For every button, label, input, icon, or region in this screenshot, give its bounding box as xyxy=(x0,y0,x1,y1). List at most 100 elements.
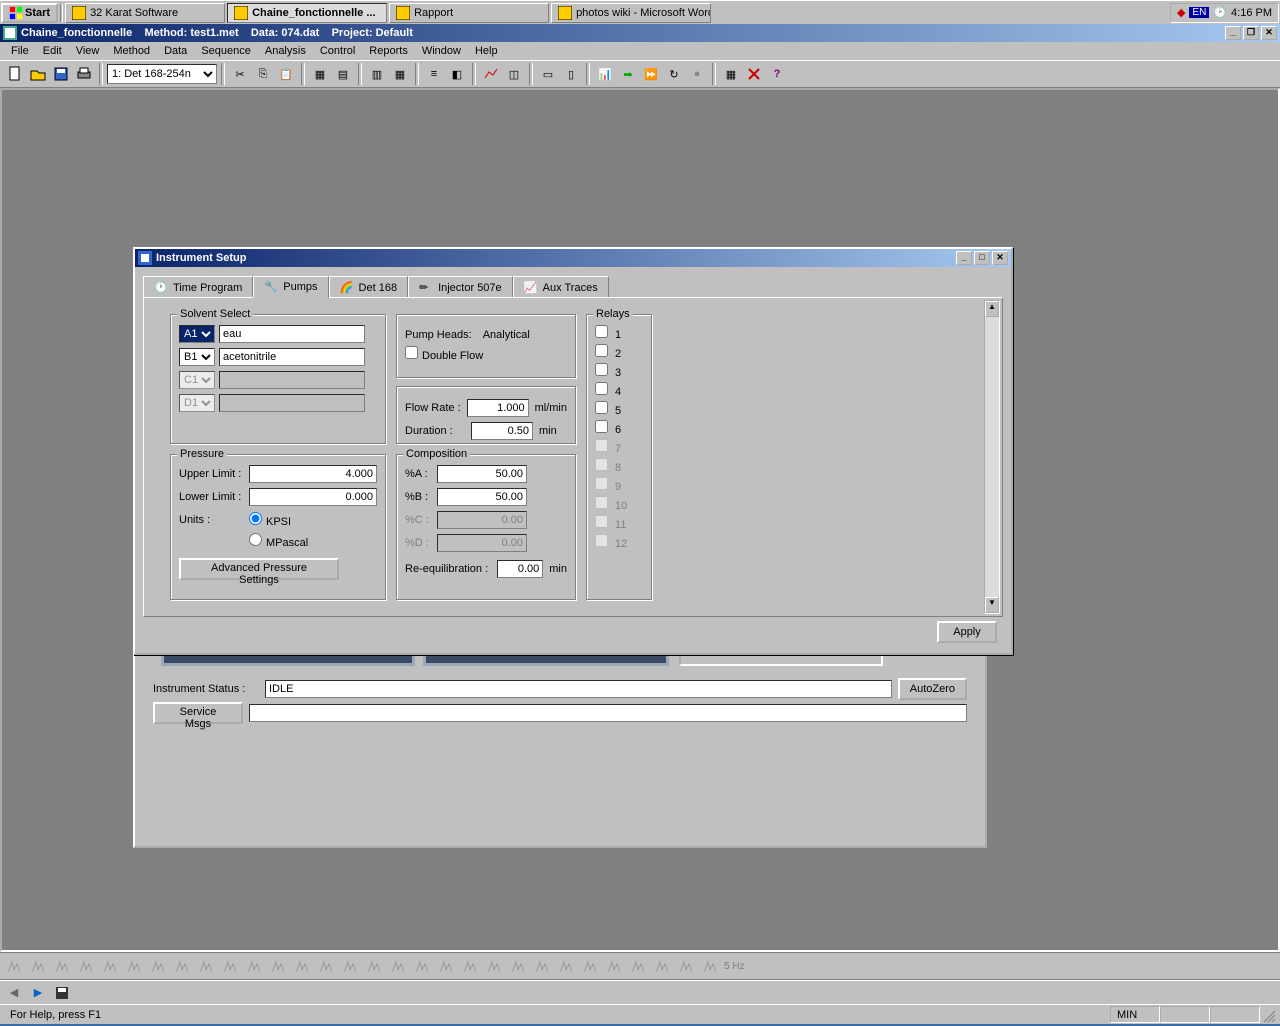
peak-tool-icon[interactable] xyxy=(124,956,144,976)
toolbar-icon[interactable] xyxy=(743,63,765,85)
menu-edit[interactable]: Edit xyxy=(36,43,69,59)
detector-select[interactable]: 1: Det 168-254n xyxy=(107,64,217,84)
toolbar-icon[interactable]: ↻ xyxy=(663,63,685,85)
menu-analysis[interactable]: Analysis xyxy=(258,43,313,59)
prev-icon[interactable]: ◀ xyxy=(4,983,24,1003)
autozero-button[interactable]: AutoZero xyxy=(898,678,967,700)
peak-tool-icon[interactable] xyxy=(316,956,336,976)
peak-tool-icon[interactable] xyxy=(340,956,360,976)
service-msgs-button[interactable]: Service Msgs xyxy=(153,702,243,724)
restore-button[interactable]: ❐ xyxy=(1243,26,1259,40)
peak-tool-icon[interactable] xyxy=(532,956,552,976)
peak-tool-icon[interactable] xyxy=(508,956,528,976)
language-indicator[interactable]: EN xyxy=(1189,7,1209,18)
close-button[interactable]: ✕ xyxy=(1261,26,1277,40)
peak-tool-icon[interactable] xyxy=(4,956,24,976)
toolbar-icon[interactable]: ≡ xyxy=(423,63,445,85)
menu-help[interactable]: Help xyxy=(468,43,505,59)
scroll-up-icon[interactable]: ▲ xyxy=(985,301,999,317)
tab-pumps[interactable]: 🔧Pumps xyxy=(253,276,328,298)
menu-data[interactable]: Data xyxy=(157,43,194,59)
tab-aux-traces[interactable]: 📈Aux Traces xyxy=(513,276,609,298)
solvent-channel-select[interactable]: B1 xyxy=(179,348,215,366)
peak-tool-icon[interactable] xyxy=(364,956,384,976)
chart-icon[interactable] xyxy=(480,63,502,85)
start-button[interactable]: Start xyxy=(1,3,58,23)
units-mpascal-radio[interactable]: MPascal xyxy=(249,533,308,549)
dialog-minimize-button[interactable]: _ xyxy=(956,251,972,265)
save-icon[interactable] xyxy=(50,63,72,85)
peak-tool-icon[interactable] xyxy=(172,956,192,976)
double-flow-checkbox[interactable]: Double Flow xyxy=(405,346,483,362)
peak-tool-icon[interactable] xyxy=(652,956,672,976)
reequil-input[interactable] xyxy=(497,560,543,578)
tab-time-program[interactable]: 🕐Time Program xyxy=(143,276,253,298)
toolbar-icon[interactable]: ▭ xyxy=(537,63,559,85)
menu-file[interactable]: File xyxy=(4,43,36,59)
scroll-down-icon[interactable]: ▼ xyxy=(985,597,999,613)
peak-tool-icon[interactable] xyxy=(460,956,480,976)
menu-method[interactable]: Method xyxy=(106,43,157,59)
fast-icon[interactable]: ⏩ xyxy=(640,63,662,85)
peak-tool-icon[interactable] xyxy=(100,956,120,976)
peak-tool-icon[interactable] xyxy=(556,956,576,976)
peak-tool-icon[interactable] xyxy=(676,956,696,976)
peak-tool-icon[interactable] xyxy=(148,956,168,976)
toolbar-icon[interactable]: 📊 xyxy=(594,63,616,85)
open-icon[interactable] xyxy=(27,63,49,85)
cut-icon[interactable]: ✂ xyxy=(229,63,251,85)
vertical-scrollbar[interactable]: ▲ ▼ xyxy=(984,300,1000,614)
peak-tool-icon[interactable] xyxy=(52,956,72,976)
menu-control[interactable]: Control xyxy=(313,43,362,59)
duration-input[interactable] xyxy=(471,422,533,440)
relay-checkbox-6[interactable]: 6 xyxy=(595,420,621,436)
solvent-name-input[interactable] xyxy=(219,348,365,366)
peak-tool-icon[interactable] xyxy=(700,956,720,976)
solvent-name-input[interactable] xyxy=(219,325,365,343)
apply-button[interactable]: Apply xyxy=(937,621,997,643)
toolbar-icon[interactable]: ▯ xyxy=(560,63,582,85)
taskbar-app-button[interactable]: photos wiki - Microsoft Word xyxy=(551,3,711,23)
taskbar-app-button[interactable]: 32 Karat Software xyxy=(65,3,225,23)
tray-icon[interactable]: ◆ xyxy=(1177,6,1185,19)
toolbar-icon[interactable]: ◫ xyxy=(503,63,525,85)
advanced-pressure-button[interactable]: Advanced Pressure Settings xyxy=(179,558,339,580)
record-icon[interactable]: ● xyxy=(686,63,708,85)
toolbar-icon[interactable]: ▥ xyxy=(366,63,388,85)
pct-a-input[interactable] xyxy=(437,465,527,483)
relay-checkbox-1[interactable]: 1 xyxy=(595,325,621,341)
tray-icon[interactable]: 🕑 xyxy=(1213,6,1227,19)
paste-icon[interactable]: 📋 xyxy=(275,63,297,85)
dialog-maximize-button[interactable]: □ xyxy=(974,251,990,265)
upper-limit-input[interactable] xyxy=(249,465,377,483)
minimize-button[interactable]: _ xyxy=(1225,26,1241,40)
peak-tool-icon[interactable] xyxy=(436,956,456,976)
tab-det-168[interactable]: 🌈Det 168 xyxy=(329,276,409,298)
peak-tool-icon[interactable] xyxy=(628,956,648,976)
toolbar-icon[interactable]: ▦ xyxy=(309,63,331,85)
solvent-channel-select[interactable]: A1 xyxy=(179,325,215,343)
peak-tool-icon[interactable] xyxy=(28,956,48,976)
relay-checkbox-2[interactable]: 2 xyxy=(595,344,621,360)
peak-tool-icon[interactable] xyxy=(196,956,216,976)
peak-tool-icon[interactable] xyxy=(388,956,408,976)
relay-checkbox-4[interactable]: 4 xyxy=(595,382,621,398)
toolbar-icon[interactable]: ▦ xyxy=(720,63,742,85)
menu-reports[interactable]: Reports xyxy=(362,43,415,59)
toolbar-icon[interactable]: ▤ xyxy=(332,63,354,85)
dialog-close-button[interactable]: ✕ xyxy=(992,251,1008,265)
units-kpsi-radio[interactable]: KPSI xyxy=(249,512,291,528)
run-icon[interactable]: ➡ xyxy=(617,63,639,85)
new-icon[interactable] xyxy=(4,63,26,85)
relay-checkbox-3[interactable]: 3 xyxy=(595,363,621,379)
toolbar-icon[interactable]: ▦ xyxy=(389,63,411,85)
taskbar-app-button[interactable]: Rapport xyxy=(389,3,549,23)
peak-tool-icon[interactable] xyxy=(412,956,432,976)
help-icon[interactable]: ? xyxy=(766,63,788,85)
menu-sequence[interactable]: Sequence xyxy=(194,43,258,59)
taskbar-app-button[interactable]: Chaine_fonctionnelle ... xyxy=(227,3,387,23)
toolbar-icon[interactable]: ◧ xyxy=(446,63,468,85)
dialog-titlebar[interactable]: Instrument Setup _ □ ✕ xyxy=(135,249,1011,267)
peak-tool-icon[interactable] xyxy=(484,956,504,976)
resize-grip-icon[interactable] xyxy=(1260,1007,1276,1023)
